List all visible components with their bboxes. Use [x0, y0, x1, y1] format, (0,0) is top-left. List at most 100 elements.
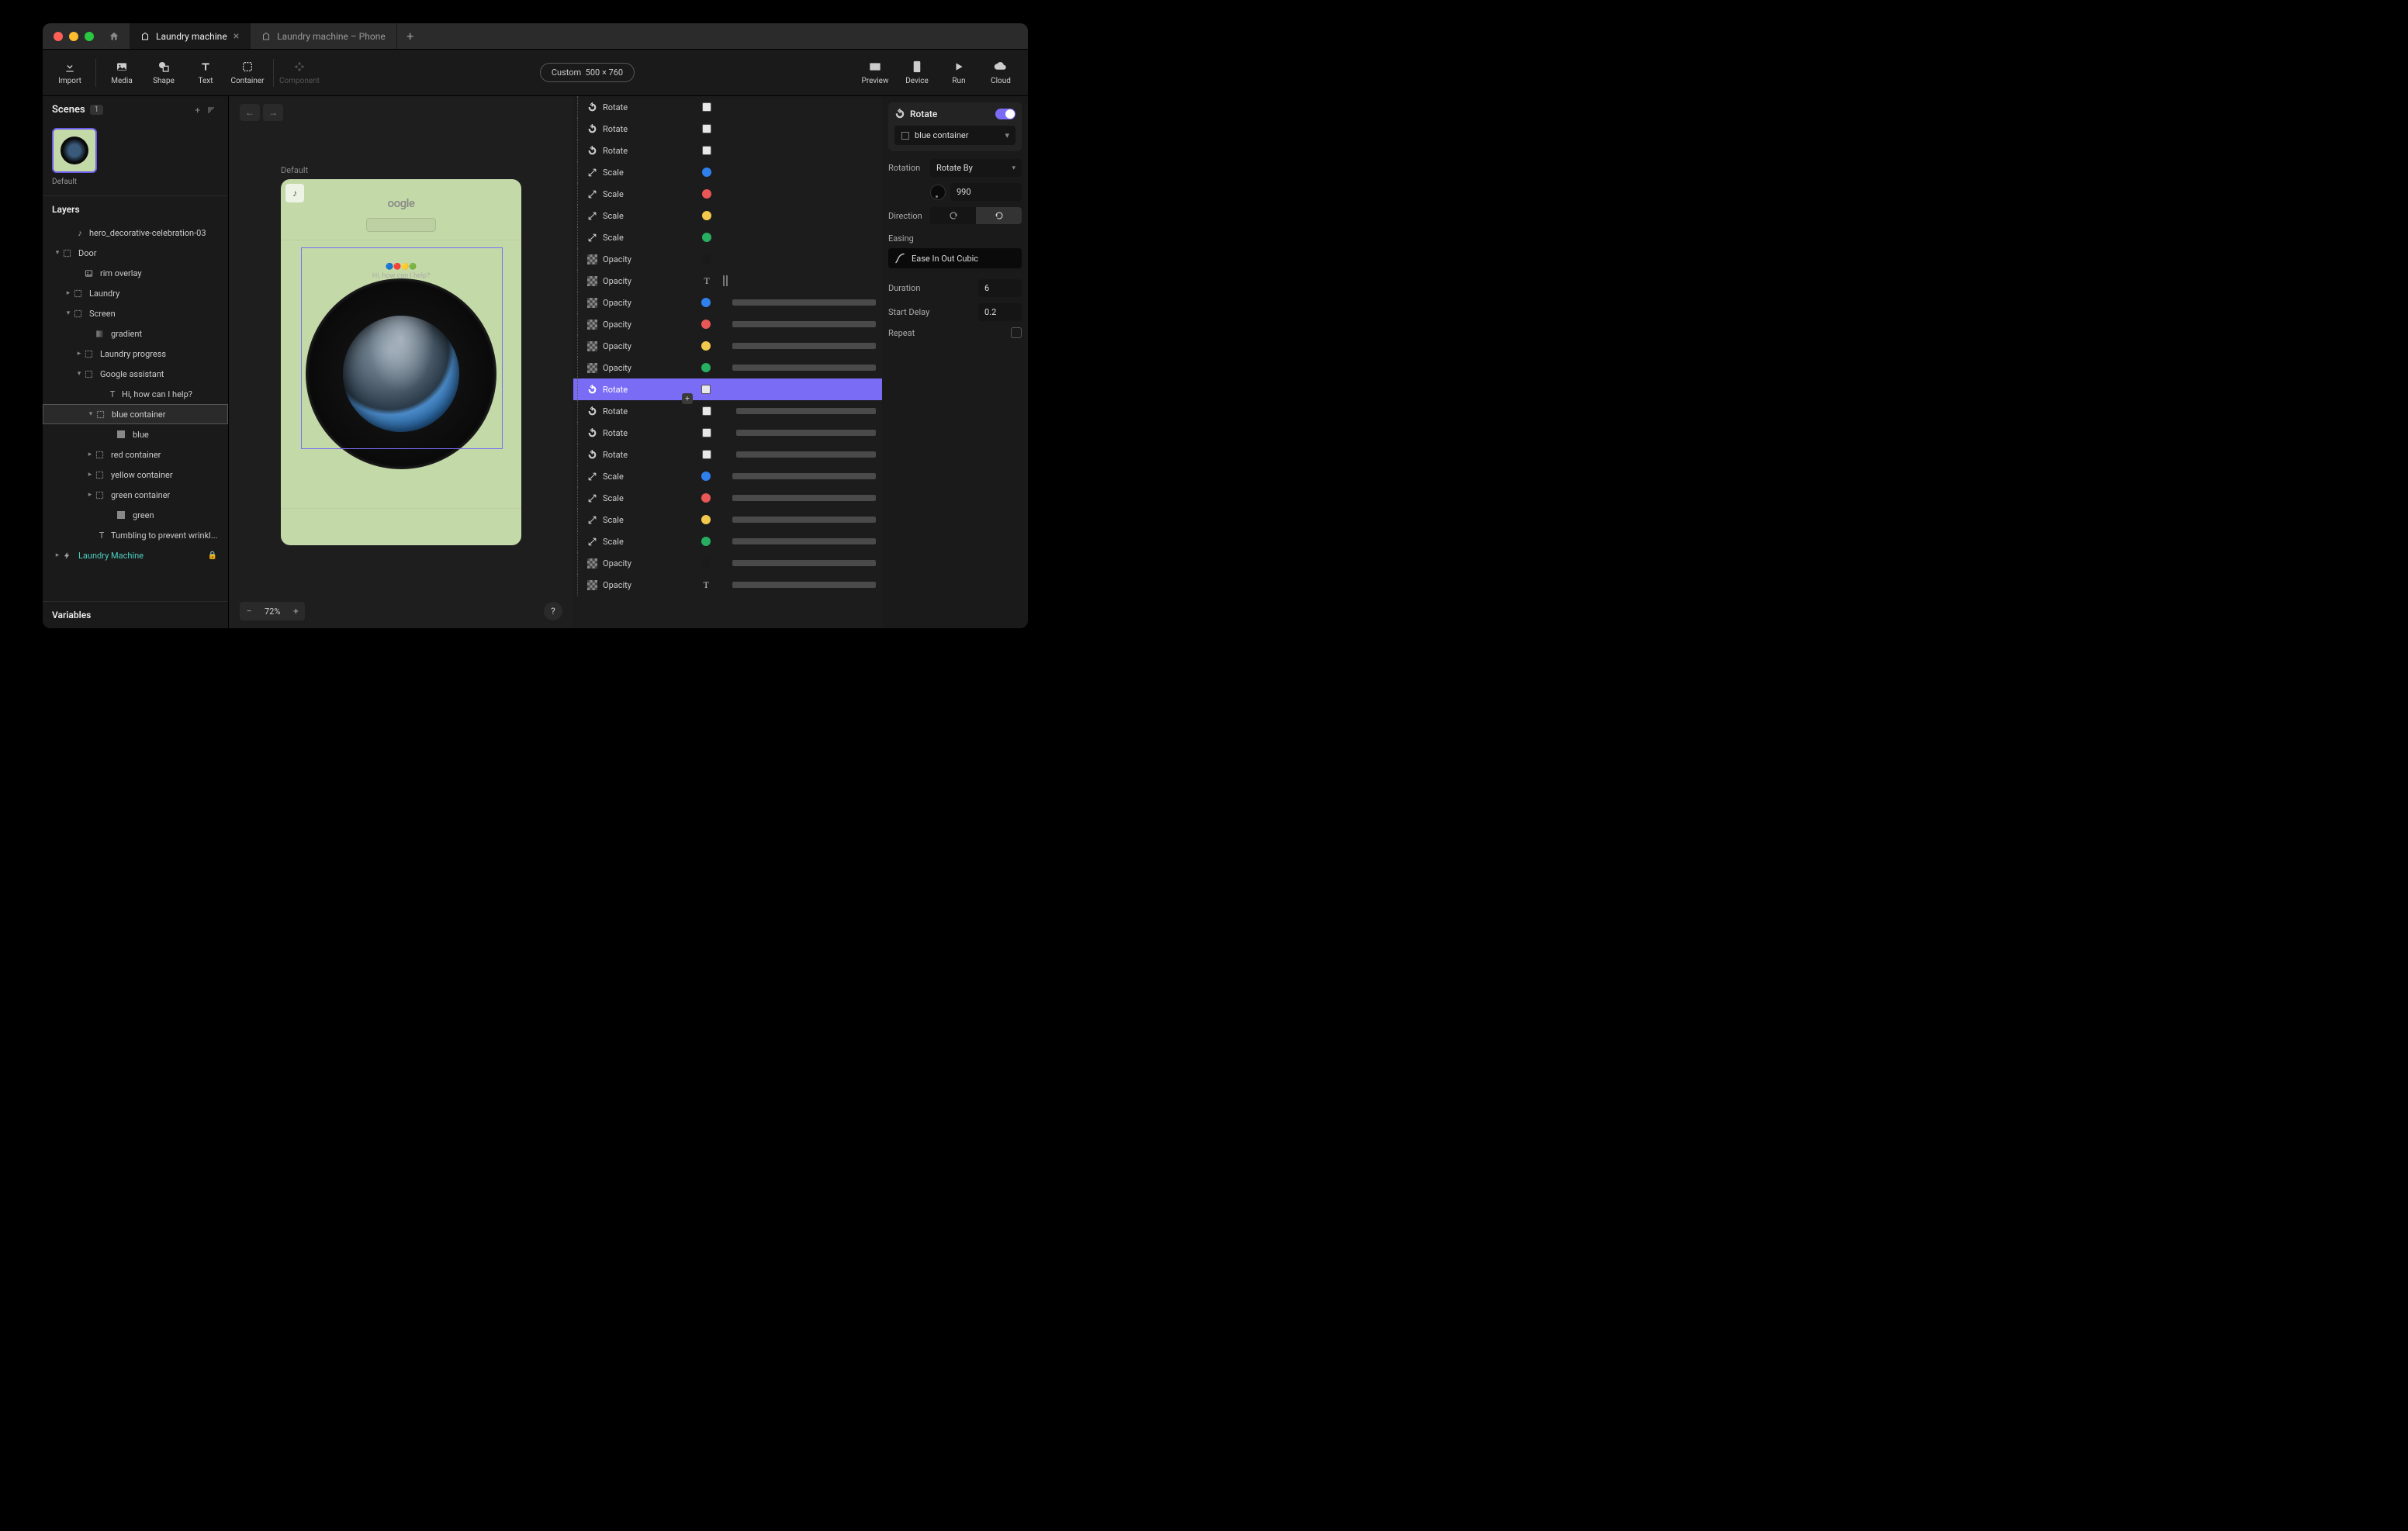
layer-row[interactable]: ▸Laundry: [43, 283, 228, 303]
layer-row[interactable]: ▾Door: [43, 243, 228, 263]
layer-row[interactable]: gradient: [43, 323, 228, 344]
timeline-row[interactable]: Opacity: [573, 292, 882, 313]
layer-row[interactable]: ▾Google assistant: [43, 364, 228, 384]
scene-thumb[interactable]: [52, 128, 97, 173]
layer-row[interactable]: ▸green container: [43, 485, 228, 505]
direction-ccw[interactable]: [976, 207, 1022, 224]
tab-add[interactable]: +: [397, 23, 424, 49]
add-keyframe[interactable]: +: [682, 393, 693, 404]
timeline-row[interactable]: Opacity: [573, 248, 882, 270]
layer-row[interactable]: ▸Laundry Machine🔒: [43, 545, 228, 565]
layer-chevron[interactable]: ▾: [52, 249, 63, 257]
import-tool[interactable]: Import: [49, 54, 91, 92]
container-tool[interactable]: Container: [227, 54, 268, 92]
rotation-dial[interactable]: [930, 185, 946, 200]
nav-back[interactable]: ←: [240, 104, 260, 121]
home-button[interactable]: [105, 31, 123, 42]
window-minimize[interactable]: [69, 32, 78, 41]
timeline-row[interactable]: Rotate+: [573, 400, 882, 422]
timeline-row[interactable]: Scale: [573, 226, 882, 248]
zoom-in[interactable]: +: [286, 602, 305, 620]
timeline-row[interactable]: Rotate: [573, 140, 882, 161]
detergent-slot: [366, 218, 436, 232]
device-tool[interactable]: Device: [896, 54, 938, 92]
timeline-row[interactable]: Rotate: [573, 96, 882, 118]
component-tool[interactable]: Component: [279, 54, 320, 92]
layer-row[interactable]: ▸yellow container: [43, 465, 228, 485]
nav-forward[interactable]: →: [263, 104, 283, 121]
timeline-row[interactable]: Scale: [573, 465, 882, 487]
layer-row[interactable]: ♪hero_decorative-celebration-03: [43, 223, 228, 243]
canvas-viewport[interactable]: Default ♪ oogle 🔵🔴🟡🟢 Hi, how can I help?: [229, 96, 573, 628]
zoom-value[interactable]: 72%: [258, 607, 286, 617]
layer-row[interactable]: blue: [43, 424, 228, 444]
timeline-row[interactable]: Rotate: [573, 378, 882, 400]
tab-close[interactable]: ×: [234, 30, 239, 43]
repeat-checkbox[interactable]: [1011, 327, 1022, 338]
tab-active[interactable]: Laundry machine ×: [130, 23, 251, 49]
layer-row[interactable]: rim overlay: [43, 263, 228, 283]
cloud-tool[interactable]: Cloud: [980, 54, 1022, 92]
timeline-row[interactable]: OpacityT: [573, 574, 882, 596]
shape-tool[interactable]: Shape: [143, 54, 185, 92]
timeline-panel[interactable]: RotateRotateRotateScaleScaleScaleScaleOp…: [573, 96, 882, 628]
audio-indicator[interactable]: ♪: [285, 184, 304, 202]
layer-chevron[interactable]: ▾: [85, 410, 96, 418]
layer-chevron[interactable]: ▸: [85, 451, 95, 458]
layer-row[interactable]: THi, how can I help?: [43, 384, 228, 404]
variables-title[interactable]: Variables: [43, 601, 228, 628]
layer-chevron[interactable]: ▸: [85, 471, 95, 479]
layer-row[interactable]: TTumbling to prevent wrinkl...: [43, 525, 228, 545]
timeline-row[interactable]: Rotate: [573, 118, 882, 140]
add-scene[interactable]: +: [192, 105, 203, 116]
timeline-row[interactable]: Scale: [573, 509, 882, 530]
layer-chevron[interactable]: ▸: [85, 491, 95, 499]
direction-cw[interactable]: [930, 207, 976, 224]
window-maximize[interactable]: [85, 32, 94, 41]
easing-select[interactable]: Ease In Out Cubic: [888, 248, 1022, 268]
media-tool[interactable]: Media: [101, 54, 143, 92]
layers-list[interactable]: ♪hero_decorative-celebration-03▾Doorrim …: [43, 223, 228, 601]
tab-inactive[interactable]: Laundry machine – Phone: [251, 23, 397, 49]
timeline-row[interactable]: Scale: [573, 183, 882, 205]
start-delay-input[interactable]: 0.2: [978, 303, 1022, 321]
timeline-row[interactable]: OpacityT: [573, 270, 882, 292]
layer-chevron[interactable]: ▾: [74, 370, 85, 378]
timeline-row[interactable]: Rotate: [573, 422, 882, 444]
enable-toggle[interactable]: [995, 109, 1015, 119]
duration-input[interactable]: 6: [978, 279, 1022, 297]
preview-tool[interactable]: Preview: [854, 54, 896, 92]
layer-row[interactable]: ▾Screen: [43, 303, 228, 323]
rotation-value-input[interactable]: 990: [950, 183, 1022, 201]
timeline-row[interactable]: Opacity: [573, 313, 882, 335]
layer-chevron[interactable]: ▸: [52, 551, 63, 559]
timeline-row[interactable]: Opacity: [573, 552, 882, 574]
layer-chevron[interactable]: ▸: [74, 350, 85, 358]
artboard[interactable]: ♪ oogle 🔵🔴🟡🟢 Hi, how can I help?: [281, 179, 521, 545]
help-button[interactable]: ?: [544, 602, 562, 620]
layer-row[interactable]: green: [43, 505, 228, 525]
layer-row[interactable]: ▾blue container: [43, 404, 228, 424]
timeline-row[interactable]: Rotate: [573, 444, 882, 465]
timeline-row[interactable]: Scale: [573, 487, 882, 509]
target-select[interactable]: blue container ▾: [894, 126, 1015, 145]
lock-icon[interactable]: 🔒: [208, 551, 217, 560]
timeline-row[interactable]: Opacity: [573, 357, 882, 378]
window-close[interactable]: [54, 32, 63, 41]
canvas-area[interactable]: ← → Default ♪ oogle 🔵🔴🟡🟢 Hi, how can I h…: [229, 96, 573, 628]
zoom-out[interactable]: −: [240, 602, 258, 620]
timeline-row[interactable]: Scale: [573, 161, 882, 183]
sort-scenes[interactable]: [203, 105, 219, 115]
canvas-size[interactable]: Custom 500 × 760: [540, 63, 635, 82]
layer-row[interactable]: ▸red container: [43, 444, 228, 465]
layer-chevron[interactable]: ▾: [63, 309, 74, 317]
rotation-mode-select[interactable]: Rotate By ▾: [930, 159, 1022, 177]
text-tool[interactable]: Text: [185, 54, 227, 92]
run-tool[interactable]: Run: [938, 54, 980, 92]
timeline-row[interactable]: Scale: [573, 205, 882, 226]
artboard-label[interactable]: Default: [281, 165, 308, 175]
timeline-row[interactable]: Opacity: [573, 335, 882, 357]
layer-row[interactable]: ▸Laundry progress: [43, 344, 228, 364]
timeline-row[interactable]: Scale: [573, 530, 882, 552]
layer-chevron[interactable]: ▸: [63, 289, 74, 297]
